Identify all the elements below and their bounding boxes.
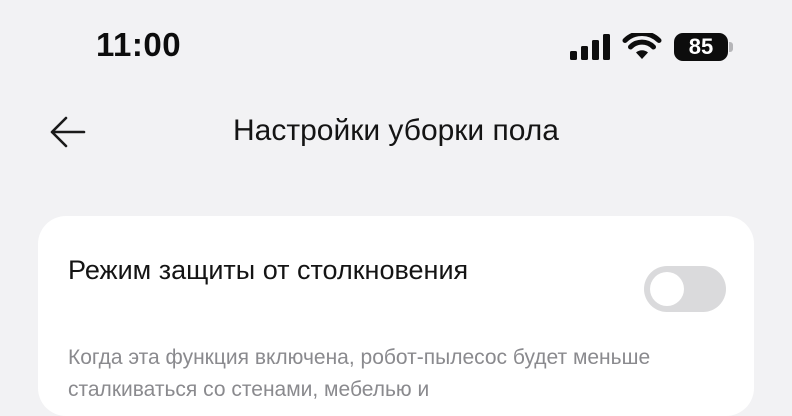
page-title: Настройки уборки пола [232,114,559,147]
cellular-signal-icon [570,34,610,60]
settings-card: Режим защиты от столкновения Когда эта ф… [38,216,754,416]
navigation-bar: Настройки уборки пола [0,96,792,168]
battery-level: 85 [674,33,728,61]
collision-protection-toggle[interactable] [644,266,726,312]
collision-protection-title: Режим защиты от столкновения [68,255,469,285]
toggle-knob [650,272,684,306]
status-bar: 11:00 85 [0,0,792,96]
status-time: 11:00 [96,26,182,63]
collision-protection-description: Когда эта функция включена, робот-пылесо… [68,346,651,401]
battery-tip [729,42,733,52]
battery-icon: 85 [674,33,734,61]
wifi-icon [622,33,662,59]
